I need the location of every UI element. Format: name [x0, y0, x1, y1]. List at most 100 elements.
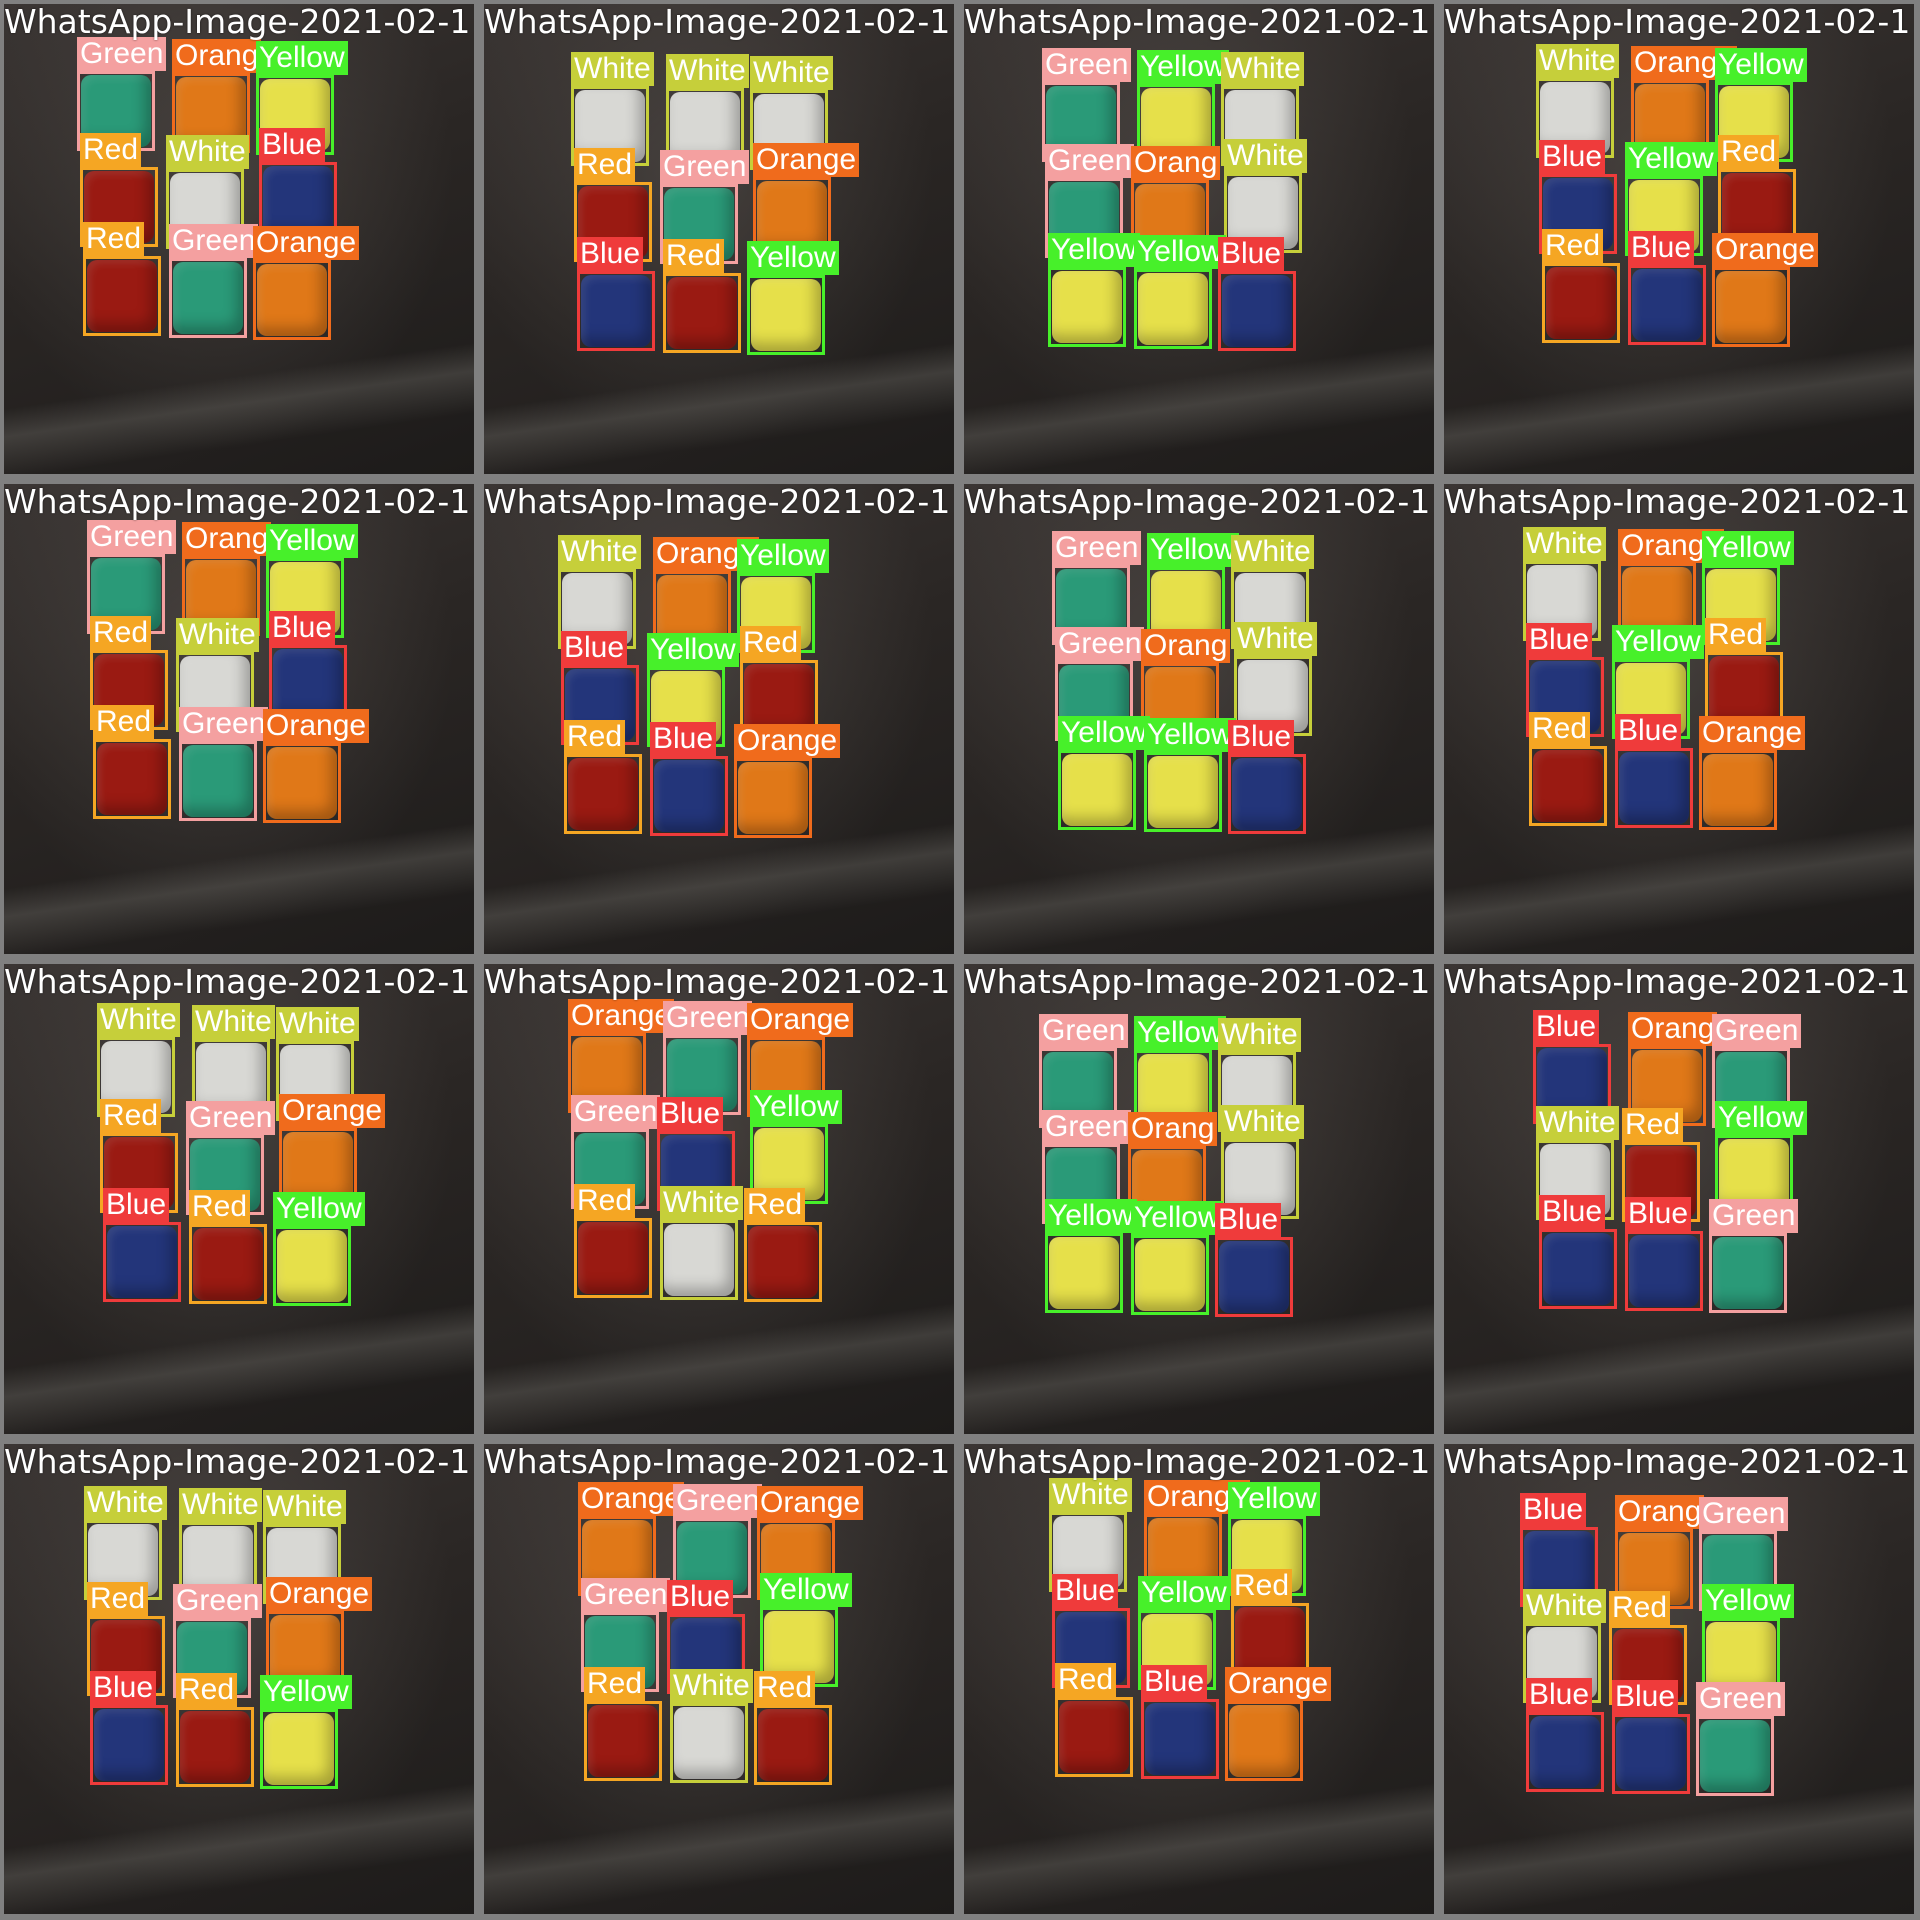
- detection-label: Green: [186, 1101, 276, 1135]
- detection-label: Blue: [577, 237, 644, 271]
- detection-label: Orang: [1615, 1495, 1705, 1529]
- detection-label: Blue: [1052, 1574, 1119, 1608]
- light-streak: [1444, 1782, 1914, 1914]
- detection-label: Green: [1699, 1497, 1789, 1531]
- detection-label: White: [263, 1490, 346, 1524]
- detection-box: [1612, 1714, 1690, 1794]
- detection-label: Red: [663, 239, 725, 273]
- detection-label: Yellow: [1134, 235, 1226, 269]
- detection-label: Blue: [1612, 1680, 1679, 1714]
- detection-label: Red: [1542, 229, 1604, 263]
- detection-label: Orange: [578, 1482, 685, 1516]
- detection-label: Green: [87, 520, 177, 554]
- detection-label: Red: [90, 616, 152, 650]
- detection-label: Red: [1609, 1591, 1671, 1625]
- detection-label: White: [670, 1669, 753, 1703]
- detection-box: [747, 275, 825, 355]
- detection-label: Orange: [1712, 233, 1819, 267]
- mosaic-tile: White Orange Yellow Blue Yellow Red Red Blue Ora…: [1440, 0, 1920, 480]
- mosaic-tile: White Orange Yellow Blue Yellow Red Red Blue Ora…: [1440, 480, 1920, 960]
- detection-label: Green: [1042, 1110, 1132, 1144]
- detection-box: [1134, 269, 1212, 349]
- cube-photo: White Orange Yellow Blue Yellow Red Red Blue Ora…: [964, 1444, 1434, 1914]
- light-streak: [4, 1302, 474, 1434]
- light-streak: [4, 822, 474, 954]
- mosaic-tile: White White White Red Green Orange Blue Red Yell…: [0, 960, 480, 1440]
- detection-label: White: [176, 618, 259, 652]
- detection-label: Orange: [253, 226, 360, 260]
- detection-label: Orang: [1141, 629, 1231, 663]
- detection-label: Yellow: [1131, 1201, 1223, 1235]
- detection-label: White: [1221, 52, 1304, 86]
- detection-label: Blue: [667, 1580, 734, 1614]
- detection-label: Yellow: [647, 633, 739, 667]
- detection-label: Orange: [747, 1003, 854, 1037]
- detection-box: [1141, 1699, 1219, 1779]
- detection-label: White: [558, 535, 641, 569]
- detection-label: White: [84, 1486, 167, 1520]
- detection-label: Yellow: [1612, 625, 1704, 659]
- detection-label: Red: [1718, 135, 1780, 169]
- cube-photo: Green Yellow White Green Orang White Yellow Yel…: [964, 964, 1434, 1434]
- detection-label: Yellow: [760, 1573, 852, 1607]
- detection-box: [1628, 265, 1706, 345]
- detection-label: Orange: [279, 1094, 386, 1128]
- detection-box: [754, 1705, 832, 1785]
- detection-box: [93, 739, 171, 819]
- detection-label: White: [179, 1488, 262, 1522]
- cube-photo: Green Yellow White Green Orang White Yellow Yel…: [964, 4, 1434, 474]
- detection-box: [584, 1701, 662, 1781]
- detection-box: [577, 271, 655, 351]
- detection-label: Red: [1529, 712, 1591, 746]
- detection-label: Red: [1055, 1663, 1117, 1697]
- light-streak: [484, 342, 954, 474]
- detection-label: Blue: [1228, 720, 1295, 754]
- detection-label: Blue: [90, 1671, 157, 1705]
- detection-label: Orang: [1628, 1012, 1718, 1046]
- detection-mosaic: Green Orang Yellow Red White Blue Red Green Oran…: [0, 0, 1920, 1920]
- detection-box: [1045, 1233, 1123, 1313]
- detection-label: Green: [571, 1095, 661, 1129]
- detection-label: Orange: [734, 724, 841, 758]
- detection-label: Blue: [1625, 1197, 1692, 1231]
- detection-label: Green: [1045, 144, 1135, 178]
- detection-box: [1699, 750, 1777, 830]
- cube-photo: Orange Green Orange Green Blue Yellow Red White…: [484, 964, 954, 1434]
- light-streak: [964, 1302, 1434, 1434]
- detection-label: Yellow: [1058, 716, 1150, 750]
- detection-label: Red: [754, 1671, 816, 1705]
- detection-label: Orang: [1131, 146, 1221, 180]
- detection-label: Green: [673, 1484, 763, 1518]
- light-streak: [964, 1782, 1434, 1914]
- detection-box: [1131, 1235, 1209, 1315]
- detection-label: Blue: [259, 128, 326, 162]
- detection-label: Red: [87, 1582, 149, 1616]
- detection-label: Red: [744, 1188, 806, 1222]
- detection-label: Yellow: [1702, 1584, 1794, 1618]
- detection-label: Blue: [1520, 1493, 1587, 1527]
- cube-photo: White White White Red Green Orange Blue Red Yell…: [4, 964, 474, 1434]
- cube-photo: Green Orang Yellow Red White Blue Red Green Oran…: [4, 484, 474, 954]
- mosaic-tile: Green Yellow White Green Orang White Yellow Yel…: [960, 0, 1440, 480]
- detection-label: Green: [1052, 531, 1142, 565]
- light-streak: [4, 1782, 474, 1914]
- detection-label: White: [97, 1003, 180, 1037]
- detection-label: Blue: [1539, 140, 1606, 174]
- detection-box: [564, 754, 642, 834]
- detection-label: Yellow: [750, 1090, 842, 1124]
- detection-label: White: [1523, 527, 1606, 561]
- light-streak: [964, 822, 1434, 954]
- cube-photo: Blue Orang Green White Red Yellow Blue Blue Gree…: [1444, 964, 1914, 1434]
- detection-label: Yellow: [1144, 718, 1236, 752]
- detection-label: White: [571, 52, 654, 86]
- detection-label: Red: [1705, 618, 1767, 652]
- detection-label: Yellow: [260, 1675, 352, 1709]
- detection-label: Yellow: [1625, 142, 1717, 176]
- detection-label: White: [166, 135, 249, 169]
- detection-label: Yellow: [1134, 1016, 1226, 1050]
- detection-box: [1709, 1233, 1787, 1313]
- detection-label: White: [1536, 1106, 1619, 1140]
- detection-label: Yellow: [1228, 1482, 1320, 1516]
- detection-label: Blue: [1215, 1203, 1282, 1237]
- detection-label: Yellow: [1045, 1199, 1137, 1233]
